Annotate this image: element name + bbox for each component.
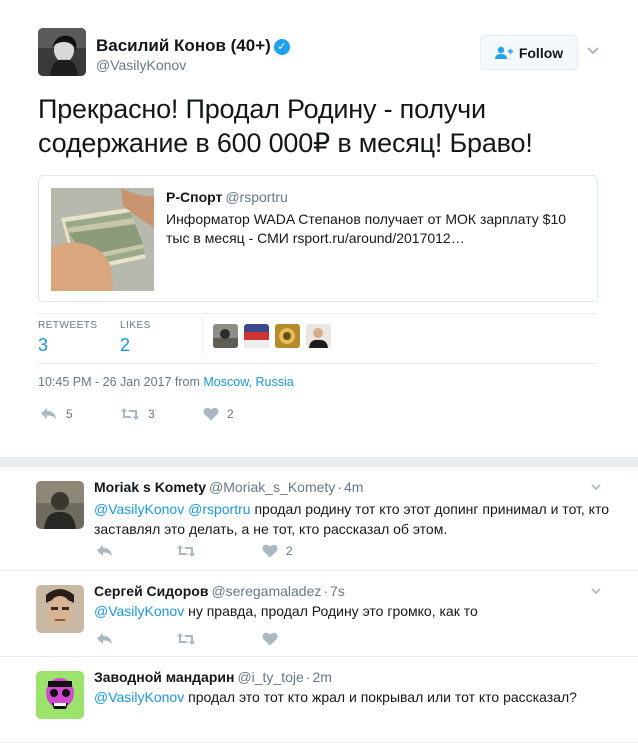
reply-avatar[interactable]: [36, 671, 84, 719]
likes-count[interactable]: 2: [120, 335, 151, 356]
retweet-action[interactable]: [176, 632, 262, 646]
reply-mentions[interactable]: @VasilyKonov @rsportru: [94, 501, 251, 517]
retweet-icon: [176, 633, 196, 645]
reply-icon: [97, 545, 112, 556]
reply-tweet[interactable]: Сергей Сидоров @seregamaladez · 7s @VasilyK…: [0, 571, 638, 657]
like-action[interactable]: 2: [262, 544, 293, 558]
reply-body: продал это тот кто жрал и покрывал или т…: [184, 689, 577, 705]
reply-text: @VasilyKonov ну правда, продал Родину эт…: [94, 601, 614, 621]
liker-avatar[interactable]: [213, 324, 238, 348]
retweets-stat[interactable]: RETWEETS 3: [38, 320, 98, 356]
reply-actions: 2: [96, 544, 293, 558]
reply-time[interactable]: 4m: [344, 479, 363, 495]
reply-actions: [96, 632, 286, 646]
retweet-action[interactable]: [176, 544, 262, 558]
reply-icon: [97, 633, 112, 644]
verified-badge-icon: ✓: [273, 39, 290, 55]
section-divider: [0, 457, 638, 467]
main-tweet: Василий Конов (40+) ✓ @VasilyKonov Follow…: [0, 0, 638, 457]
retweet-count: 3: [148, 407, 155, 421]
follow-label: Follow: [518, 44, 564, 61]
add-user-icon: [494, 46, 513, 59]
like-action[interactable]: 2: [203, 407, 234, 421]
like-count: 2: [227, 407, 234, 421]
liker-avatar[interactable]: [244, 324, 269, 348]
author-name-text[interactable]: Василий Конов (40+): [96, 36, 271, 55]
heart-icon: [262, 544, 278, 558]
reply-body: ну правда, продал Родину это громко, как…: [184, 603, 478, 619]
reply-icon: [41, 408, 56, 419]
reply-tweet[interactable]: Moriak s Komety @Moriak_s_Komety · 4m @Vasi…: [0, 467, 638, 571]
reply-time[interactable]: 7s: [330, 583, 345, 599]
author-name[interactable]: Василий Конов (40+) ✓: [96, 36, 290, 56]
card-image: [51, 188, 154, 291]
separator-dot: ·: [323, 583, 329, 599]
retweet-action[interactable]: 3: [120, 407, 203, 421]
card-body: Р-Спорт @rsportru Информатор WADA Степано…: [166, 189, 586, 248]
reply-action[interactable]: 5: [40, 407, 120, 421]
reply-tweet[interactable]: Заводной мандарин @i_ty_toje · 2m @VasilyKo…: [0, 657, 638, 743]
separator-dot: ·: [337, 479, 342, 495]
tweet-text: Прекрасно! Продал Родину - получи содерж…: [38, 94, 533, 158]
reply-author-name[interactable]: Moriak s Komety: [94, 479, 206, 495]
divider: [38, 363, 598, 364]
like-count: 2: [286, 544, 293, 558]
reply-text: @VasilyKonov продал это тот кто жрал и п…: [94, 687, 614, 707]
liker-avatars: [213, 324, 331, 348]
retweets-count[interactable]: 3: [38, 335, 98, 356]
author-avatar[interactable]: [38, 28, 86, 76]
heart-icon: [203, 407, 219, 421]
card-description: Информатор WADA Степанов получает от МОК…: [166, 211, 567, 246]
card-source-name: Р-Спорт: [166, 189, 223, 205]
divider: [202, 318, 203, 356]
like-action[interactable]: [262, 632, 286, 646]
reply-header: Заводной мандарин @i_ty_toje · 2m: [94, 669, 332, 685]
reply-avatar[interactable]: [36, 585, 84, 633]
retweet-icon: [176, 545, 196, 557]
liker-avatar[interactable]: [275, 324, 300, 348]
separator-dot: ·: [305, 669, 311, 685]
reply-header: Сергей Сидоров @seregamaladez · 7s: [94, 583, 345, 599]
follow-button[interactable]: Follow: [480, 35, 578, 70]
reply-avatar[interactable]: [36, 481, 84, 529]
reply-time[interactable]: 2m: [312, 669, 331, 685]
reply-mentions[interactable]: @VasilyKonov: [94, 603, 184, 619]
tweet-actions: 5 3 2: [40, 407, 234, 421]
link-card[interactable]: Р-Спорт @rsportru Информатор WADA Степано…: [38, 175, 598, 302]
timestamp-text[interactable]: 10:45 PM - 26 Jan 2017 from: [38, 375, 200, 389]
reply-header: Moriak s Komety @Moriak_s_Komety · 4m: [94, 479, 363, 495]
reply-action[interactable]: [96, 544, 176, 558]
location-link[interactable]: Moscow, Russia: [203, 375, 293, 389]
tweet-timestamp[interactable]: 10:45 PM - 26 Jan 2017 from Moscow, Russ…: [38, 375, 294, 389]
heart-icon: [262, 632, 278, 646]
reply-author-handle[interactable]: @seregamaladez: [211, 583, 321, 599]
reply-author-name[interactable]: Сергей Сидоров: [94, 583, 208, 599]
divider: [38, 313, 598, 314]
liker-avatar[interactable]: [306, 324, 331, 348]
reply-text: @VasilyKonov @rsportru продал родину тот…: [94, 499, 614, 539]
retweet-icon: [120, 408, 140, 420]
reply-count: 5: [66, 407, 73, 421]
reply-action[interactable]: [96, 632, 176, 646]
reply-author-name[interactable]: Заводной мандарин: [94, 669, 234, 685]
reply-author-handle[interactable]: @Moriak_s_Komety: [209, 479, 335, 495]
author-handle[interactable]: @VasilyKonov: [96, 57, 186, 73]
likes-label: LIKES: [120, 320, 151, 331]
reply-mentions[interactable]: @VasilyKonov: [94, 689, 184, 705]
likes-stat[interactable]: LIKES 2: [120, 320, 151, 356]
chevron-down-icon[interactable]: [585, 42, 601, 58]
card-source: Р-Спорт @rsportru: [166, 189, 586, 205]
card-source-handle: @rsportru: [225, 189, 288, 205]
chevron-down-icon[interactable]: [590, 481, 602, 493]
chevron-down-icon[interactable]: [590, 585, 602, 597]
reply-author-handle[interactable]: @i_ty_toje: [237, 669, 303, 685]
retweets-label: RETWEETS: [38, 320, 98, 331]
